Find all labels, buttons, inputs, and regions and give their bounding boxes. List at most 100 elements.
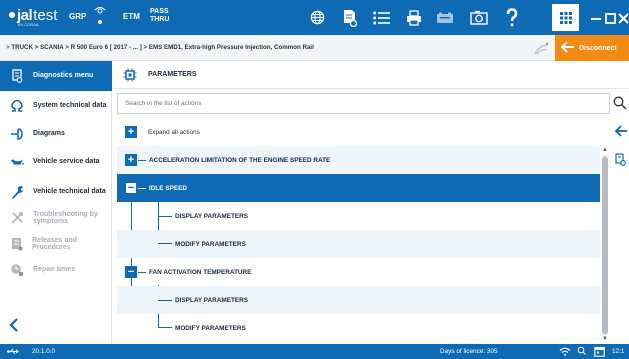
grid-icon — [559, 11, 572, 24]
diagnostics-icon — [10, 69, 24, 83]
usb-icon — [7, 348, 19, 355]
tree-node-fan-display-parameters[interactable]: DISPLAY PARAMETERS — [117, 286, 600, 314]
sidebar-item-label: Vehicle service data — [33, 158, 100, 166]
disconnect-label: Disconnect — [579, 44, 617, 52]
page-title: PARAMETERS — [148, 71, 197, 78]
sidebar-item-system-technical-data[interactable]: System technical data — [0, 91, 112, 121]
logo-subtitle: BY CORAIL — [18, 22, 40, 27]
ohm-icon — [10, 99, 24, 113]
camera-button[interactable] — [466, 0, 492, 35]
globe-button[interactable] — [305, 0, 329, 35]
status-bar: 20.1.0.0 Days of licence: 305 12:1 — [0, 344, 629, 359]
jaltest-logo: jal test BY CORAIL — [8, 7, 57, 29]
search-input[interactable] — [117, 93, 610, 114]
logo-mark-icon — [9, 12, 15, 18]
expand-all-row[interactable]: + Expand all actions — [117, 118, 600, 146]
list-button[interactable] — [369, 0, 393, 35]
sidebar-item-label: System technical data — [33, 102, 107, 110]
sidebar-item-diagrams[interactable]: Diagrams — [0, 119, 112, 149]
tree-node-label: DISPLAY PARAMETERS — [175, 296, 249, 304]
sidebar-item-label: Diagrams — [33, 130, 65, 138]
breadcrumb-bar: > TRUCK > SCANIA > R 500 Euro 6 [ 2017 -… — [0, 35, 629, 61]
maximize-icon — [604, 12, 616, 24]
tree-connector — [158, 243, 172, 244]
tree-connector — [158, 300, 172, 301]
tree-connector — [138, 272, 146, 273]
globe-icon — [310, 10, 324, 25]
tree-node-acceleration-limitation[interactable]: + ACCELERATION LIMITATION OF THE ENGINE … — [117, 146, 600, 174]
print-icon — [407, 9, 421, 26]
sidebar-item-diagnostics-menu[interactable]: Diagnostics menu — [0, 61, 112, 91]
maximize-button[interactable] — [603, 8, 617, 28]
document-settings-button[interactable] — [338, 0, 362, 35]
tree-node-label: MODIFY PARAMETERS — [175, 324, 246, 332]
back-arrow-button[interactable] — [614, 124, 628, 138]
sidebar: Diagnostics menu System technical data D… — [0, 61, 112, 344]
print-button[interactable] — [402, 0, 426, 35]
document-settings-icon — [344, 9, 357, 27]
tree-node-label: ACCELERATION LIMITATION OF THE ENGINE SP… — [149, 156, 331, 164]
sidebar-item-label: Troubleshooting by symptoms — [33, 210, 98, 226]
collapse-icon: − — [125, 182, 137, 194]
tree-connector — [138, 188, 146, 189]
oil-can-icon — [10, 155, 24, 169]
sidebar-item-label: Vehicle technical data — [33, 188, 106, 196]
licence-days-label: Days of licence: 305 — [440, 348, 498, 355]
collapse-sidebar-icon[interactable] — [8, 318, 20, 332]
scroll-up-icon[interactable]: ▲ — [601, 147, 609, 154]
tree-node-fan-modify-parameters[interactable]: MODIFY PARAMETERS — [117, 314, 600, 342]
tree-node-label: FAN ACTIVATION TEMPERATURE — [149, 268, 252, 276]
tree-node-label: IDLE SPEED — [149, 184, 187, 192]
parameters-chip-icon — [123, 68, 137, 81]
sidebar-item-label: Diagnostics menu — [33, 72, 94, 80]
help-button[interactable] — [500, 0, 524, 35]
eco-logo-icon — [534, 42, 549, 55]
calendar-icon — [594, 346, 605, 357]
tree-connector — [158, 327, 172, 328]
camera-icon — [470, 10, 488, 25]
sensor-signal-icon[interactable] — [93, 6, 107, 28]
tree-node-label: MODIFY PARAMETERS — [175, 240, 246, 248]
search-icon[interactable] — [613, 96, 627, 110]
collapse-icon: − — [125, 266, 137, 278]
sidebar-item-repair-times[interactable]: Repair times — [0, 255, 112, 285]
breadcrumb-path: TRUCK > SCANIA > R 500 Euro 6 [ 2017 - .… — [11, 44, 314, 51]
tree-connector — [158, 216, 172, 217]
list-icon — [372, 11, 390, 24]
pass-thru-label[interactable]: PASS THRU — [150, 8, 169, 24]
actions-tree: + Expand all actions + ACCELERATION LIMI… — [117, 118, 611, 342]
close-button[interactable] — [617, 8, 629, 28]
expand-all-icon: + — [125, 126, 137, 138]
etm-label[interactable]: ETM — [123, 12, 140, 21]
tree-scrollbar[interactable]: ▲ ▼ — [600, 147, 610, 343]
user-search-icon — [577, 346, 586, 355]
clock-label: 12:1 — [612, 348, 625, 355]
tree-node-label: DISPLAY PARAMETERS — [175, 212, 249, 220]
breadcrumb[interactable]: > TRUCK > SCANIA > R 500 Euro 6 [ 2017 -… — [6, 44, 314, 51]
disconnect-button[interactable]: Disconnect — [555, 35, 629, 61]
scroll-down-icon[interactable]: ▼ — [601, 336, 609, 343]
sidebar-item-vehicle-service-data[interactable]: Vehicle service data — [0, 147, 112, 177]
tree-connector — [138, 160, 146, 161]
wrench-icon — [10, 185, 24, 199]
top-bar: jal test BY CORAIL GRP ETM PASS THRU — [0, 0, 629, 35]
close-icon — [617, 12, 629, 24]
grp-label[interactable]: GRP — [69, 12, 86, 21]
thru-label: THRU — [150, 16, 170, 23]
sidebar-item-label: Releases and Procedures — [32, 236, 77, 252]
diagram-icon — [10, 127, 24, 141]
tree-node-fan-activation-temperature[interactable]: − FAN ACTIVATION TEMPERATURE — [117, 258, 600, 286]
version-label: 20.1.0.0 — [32, 348, 56, 355]
minimize-icon — [591, 18, 601, 20]
scrollbar-thumb[interactable] — [602, 157, 608, 334]
tree-node-idle-display-parameters[interactable]: DISPLAY PARAMETERS — [117, 202, 600, 230]
tree-node-idle-speed[interactable]: − IDLE SPEED — [117, 174, 600, 202]
diagnostics-shortcut-icon[interactable] — [614, 153, 628, 167]
apps-grid-button[interactable] — [552, 4, 579, 31]
help-icon — [506, 7, 518, 26]
battery-icon — [437, 12, 453, 23]
battery-button[interactable] — [432, 0, 458, 35]
tree-node-idle-modify-parameters[interactable]: MODIFY PARAMETERS — [117, 230, 600, 258]
wifi-icon — [559, 347, 571, 356]
expand-all-label: Expand all actions — [148, 128, 200, 136]
